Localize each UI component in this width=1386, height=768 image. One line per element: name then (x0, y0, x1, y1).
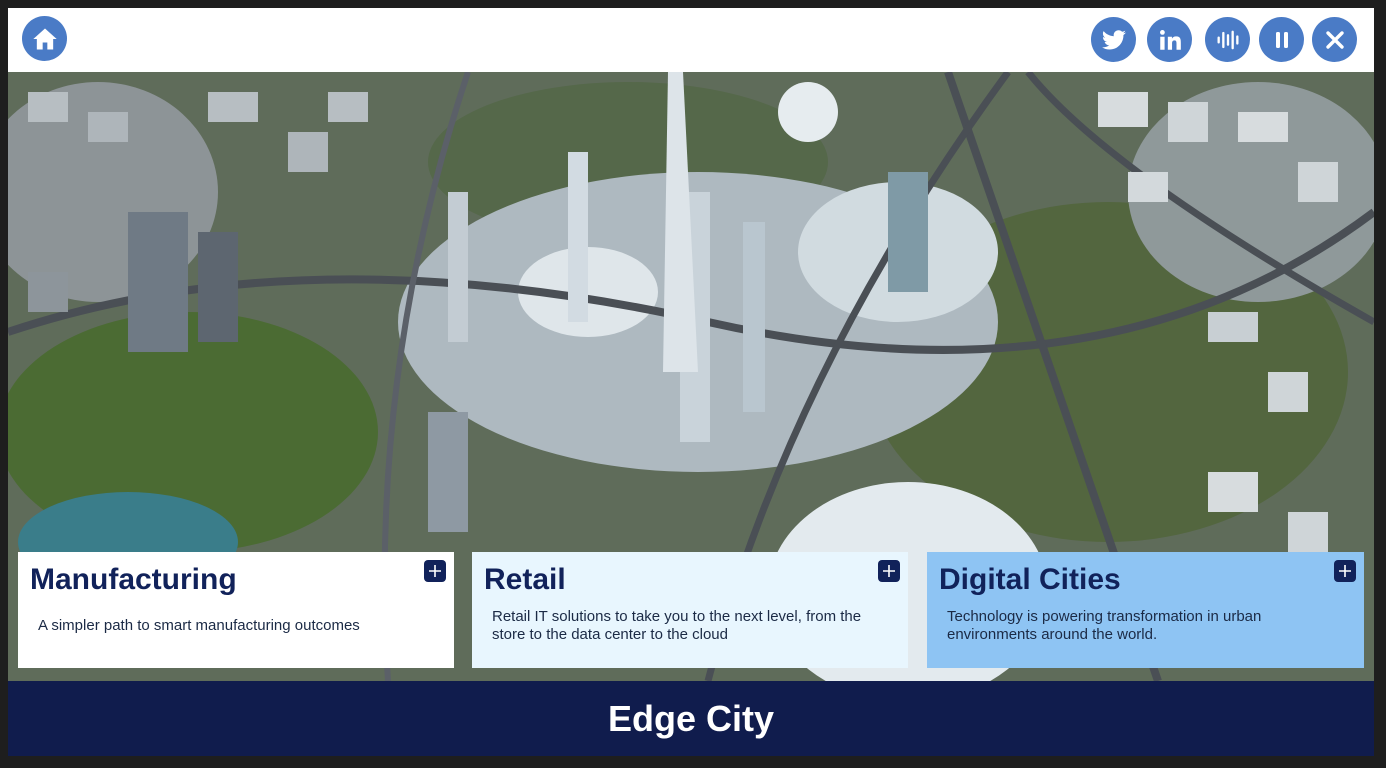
card-description: Technology is powering transformation in… (947, 608, 1262, 643)
card-title: Digital Cities (939, 563, 1121, 596)
twitter-button[interactable] (1091, 17, 1136, 62)
twitter-icon (1101, 29, 1126, 50)
app-frame: Manufacturing A simpler path to smart ma… (8, 8, 1374, 756)
card-digital-cities[interactable]: Digital Cities Technology is powering tr… (927, 552, 1364, 668)
audio-icon (1217, 30, 1238, 49)
city-scene-image: Manufacturing A simpler path to smart ma… (8, 72, 1374, 681)
pause-button[interactable] (1259, 17, 1304, 62)
footer-banner: Edge City (8, 681, 1374, 756)
card-title: Manufacturing (30, 563, 237, 596)
card-manufacturing[interactable]: Manufacturing A simpler path to smart ma… (18, 552, 454, 668)
expand-button[interactable] (878, 560, 900, 582)
expand-button[interactable] (424, 560, 446, 582)
card-retail[interactable]: Retail Retail IT solutions to take you t… (472, 552, 908, 668)
close-icon (1325, 30, 1344, 49)
plus-icon (883, 565, 895, 577)
home-button[interactable] (22, 16, 67, 61)
card-description: Retail IT solutions to take you to the n… (492, 608, 862, 643)
audio-button[interactable] (1205, 17, 1250, 62)
page-title: Edge City (607, 697, 775, 739)
card-description: A simpler path to smart manufacturing ou… (38, 617, 360, 634)
pause-icon (1275, 31, 1288, 48)
linkedin-button[interactable] (1147, 17, 1192, 62)
plus-icon (429, 565, 441, 577)
close-button[interactable] (1312, 17, 1357, 62)
card-title: Retail (484, 563, 566, 596)
linkedin-icon (1159, 29, 1181, 50)
home-icon (32, 28, 57, 49)
expand-button[interactable] (1334, 560, 1356, 582)
plus-icon (1339, 565, 1351, 577)
top-bar (8, 8, 1374, 72)
